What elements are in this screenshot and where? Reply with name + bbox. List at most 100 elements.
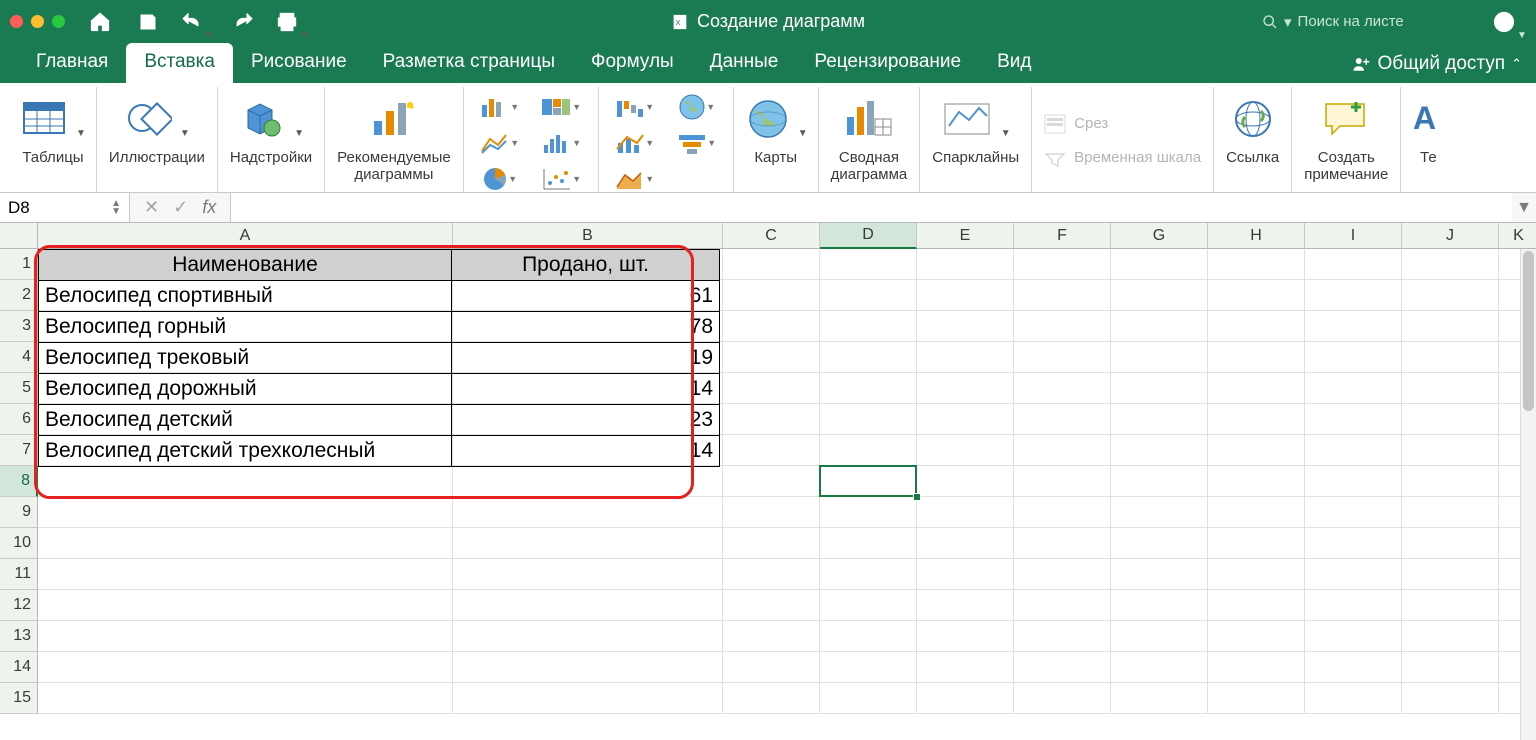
cell[interactable] xyxy=(820,311,917,342)
column-header-C[interactable]: C xyxy=(723,223,820,249)
cell[interactable] xyxy=(1208,404,1305,435)
statistic-chart-button[interactable]: ▼ xyxy=(540,129,584,157)
cell[interactable] xyxy=(820,683,917,714)
cell[interactable] xyxy=(1305,373,1402,404)
tab-draw[interactable]: Рисование xyxy=(233,43,365,83)
scrollbar-thumb[interactable] xyxy=(1523,251,1534,411)
cell[interactable] xyxy=(723,342,820,373)
cell[interactable] xyxy=(820,435,917,466)
cell[interactable] xyxy=(917,559,1014,590)
cell[interactable] xyxy=(723,497,820,528)
cell[interactable] xyxy=(1305,559,1402,590)
cell[interactable] xyxy=(1014,652,1111,683)
fill-handle[interactable] xyxy=(913,493,921,501)
table-row[interactable]: Велосипед спортивный61 xyxy=(39,281,720,312)
name-box[interactable]: D8 ▲▼ xyxy=(0,193,130,222)
smile-feedback-icon[interactable]: ▼ xyxy=(1492,7,1526,37)
name-box-stepper[interactable]: ▲▼ xyxy=(111,200,121,216)
cell[interactable] xyxy=(820,652,917,683)
cell[interactable] xyxy=(453,466,723,497)
save-icon[interactable] xyxy=(131,7,165,37)
cell[interactable] xyxy=(917,683,1014,714)
cell[interactable] xyxy=(1014,342,1111,373)
table-row[interactable]: Велосипед детский трехколесный14 xyxy=(39,436,720,467)
cell[interactable] xyxy=(1305,652,1402,683)
cell[interactable] xyxy=(1402,404,1499,435)
group-tables[interactable]: ▼ Таблицы xyxy=(10,87,97,192)
group-recommended-charts[interactable]: Рекомендуемые диаграммы xyxy=(325,87,464,192)
cell[interactable] xyxy=(1402,559,1499,590)
cell[interactable] xyxy=(1208,280,1305,311)
cell[interactable] xyxy=(1014,373,1111,404)
row-header-4[interactable]: 4 xyxy=(0,342,38,373)
accept-formula-icon[interactable]: ✓ xyxy=(173,197,188,218)
cell[interactable] xyxy=(1305,497,1402,528)
cell[interactable] xyxy=(1402,497,1499,528)
cell[interactable] xyxy=(1014,311,1111,342)
cell[interactable] xyxy=(723,404,820,435)
tab-page-layout[interactable]: Разметка страницы xyxy=(365,43,573,83)
cell[interactable] xyxy=(917,652,1014,683)
cell[interactable] xyxy=(820,249,917,280)
vertical-scrollbar[interactable] xyxy=(1520,249,1536,740)
cell[interactable] xyxy=(723,373,820,404)
cell[interactable] xyxy=(820,373,917,404)
table-row[interactable]: Велосипед горный78 xyxy=(39,312,720,343)
cell[interactable] xyxy=(1402,342,1499,373)
row-header-11[interactable]: 11 xyxy=(0,559,38,590)
cancel-formula-icon[interactable]: ✕ xyxy=(144,197,159,218)
cell[interactable] xyxy=(1014,621,1111,652)
group-link[interactable]: Ссылка xyxy=(1214,87,1292,192)
cell[interactable] xyxy=(1305,311,1402,342)
cell[interactable] xyxy=(38,683,453,714)
cell[interactable] xyxy=(1305,590,1402,621)
row-header-6[interactable]: 6 xyxy=(0,404,38,435)
column-header-G[interactable]: G xyxy=(1111,223,1208,249)
cell[interactable] xyxy=(1305,435,1402,466)
tab-home[interactable]: Главная xyxy=(18,43,126,83)
cell[interactable] xyxy=(820,528,917,559)
cell[interactable] xyxy=(820,559,917,590)
tab-view[interactable]: Вид xyxy=(979,43,1049,83)
column-header-H[interactable]: H xyxy=(1208,223,1305,249)
row-header-12[interactable]: 12 xyxy=(0,590,38,621)
group-addins[interactable]: ▼ Надстройки xyxy=(218,87,325,192)
waterfall-chart-button[interactable]: ▼ xyxy=(613,93,657,121)
cell[interactable] xyxy=(1208,435,1305,466)
cell[interactable] xyxy=(38,559,453,590)
map-chart-button[interactable]: ▼ xyxy=(675,93,719,121)
cell[interactable] xyxy=(1305,404,1402,435)
cell[interactable] xyxy=(38,497,453,528)
cell[interactable] xyxy=(917,466,1014,497)
formula-input[interactable] xyxy=(230,193,1512,222)
column-header-A[interactable]: A xyxy=(38,223,453,249)
cell[interactable] xyxy=(1111,621,1208,652)
funnel-chart-button[interactable]: ▼ xyxy=(675,129,719,157)
cell[interactable] xyxy=(820,590,917,621)
row-header-9[interactable]: 9 xyxy=(0,497,38,528)
column-header-D[interactable]: D xyxy=(820,223,917,249)
cell[interactable] xyxy=(820,342,917,373)
cell[interactable] xyxy=(723,683,820,714)
cell[interactable] xyxy=(723,249,820,280)
cell[interactable] xyxy=(723,652,820,683)
sheet-search[interactable]: ▾ xyxy=(1262,13,1482,31)
pie-chart-button[interactable]: ▼ xyxy=(478,165,522,193)
cell[interactable] xyxy=(1208,621,1305,652)
cell[interactable] xyxy=(1305,280,1402,311)
row-header-13[interactable]: 13 xyxy=(0,621,38,652)
cell[interactable] xyxy=(1402,528,1499,559)
column-header-J[interactable]: J xyxy=(1402,223,1499,249)
cell[interactable] xyxy=(1014,435,1111,466)
cell[interactable] xyxy=(820,497,917,528)
cell[interactable] xyxy=(1402,590,1499,621)
column-chart-button[interactable]: ▼ xyxy=(478,93,522,121)
cell[interactable] xyxy=(1305,342,1402,373)
group-text[interactable]: A Те xyxy=(1401,87,1455,192)
cell[interactable] xyxy=(1111,683,1208,714)
cell[interactable] xyxy=(1014,466,1111,497)
group-illustrations[interactable]: ▼ Иллюстрации xyxy=(97,87,218,192)
cell[interactable] xyxy=(1208,683,1305,714)
cell[interactable] xyxy=(820,621,917,652)
cell[interactable] xyxy=(820,466,917,497)
